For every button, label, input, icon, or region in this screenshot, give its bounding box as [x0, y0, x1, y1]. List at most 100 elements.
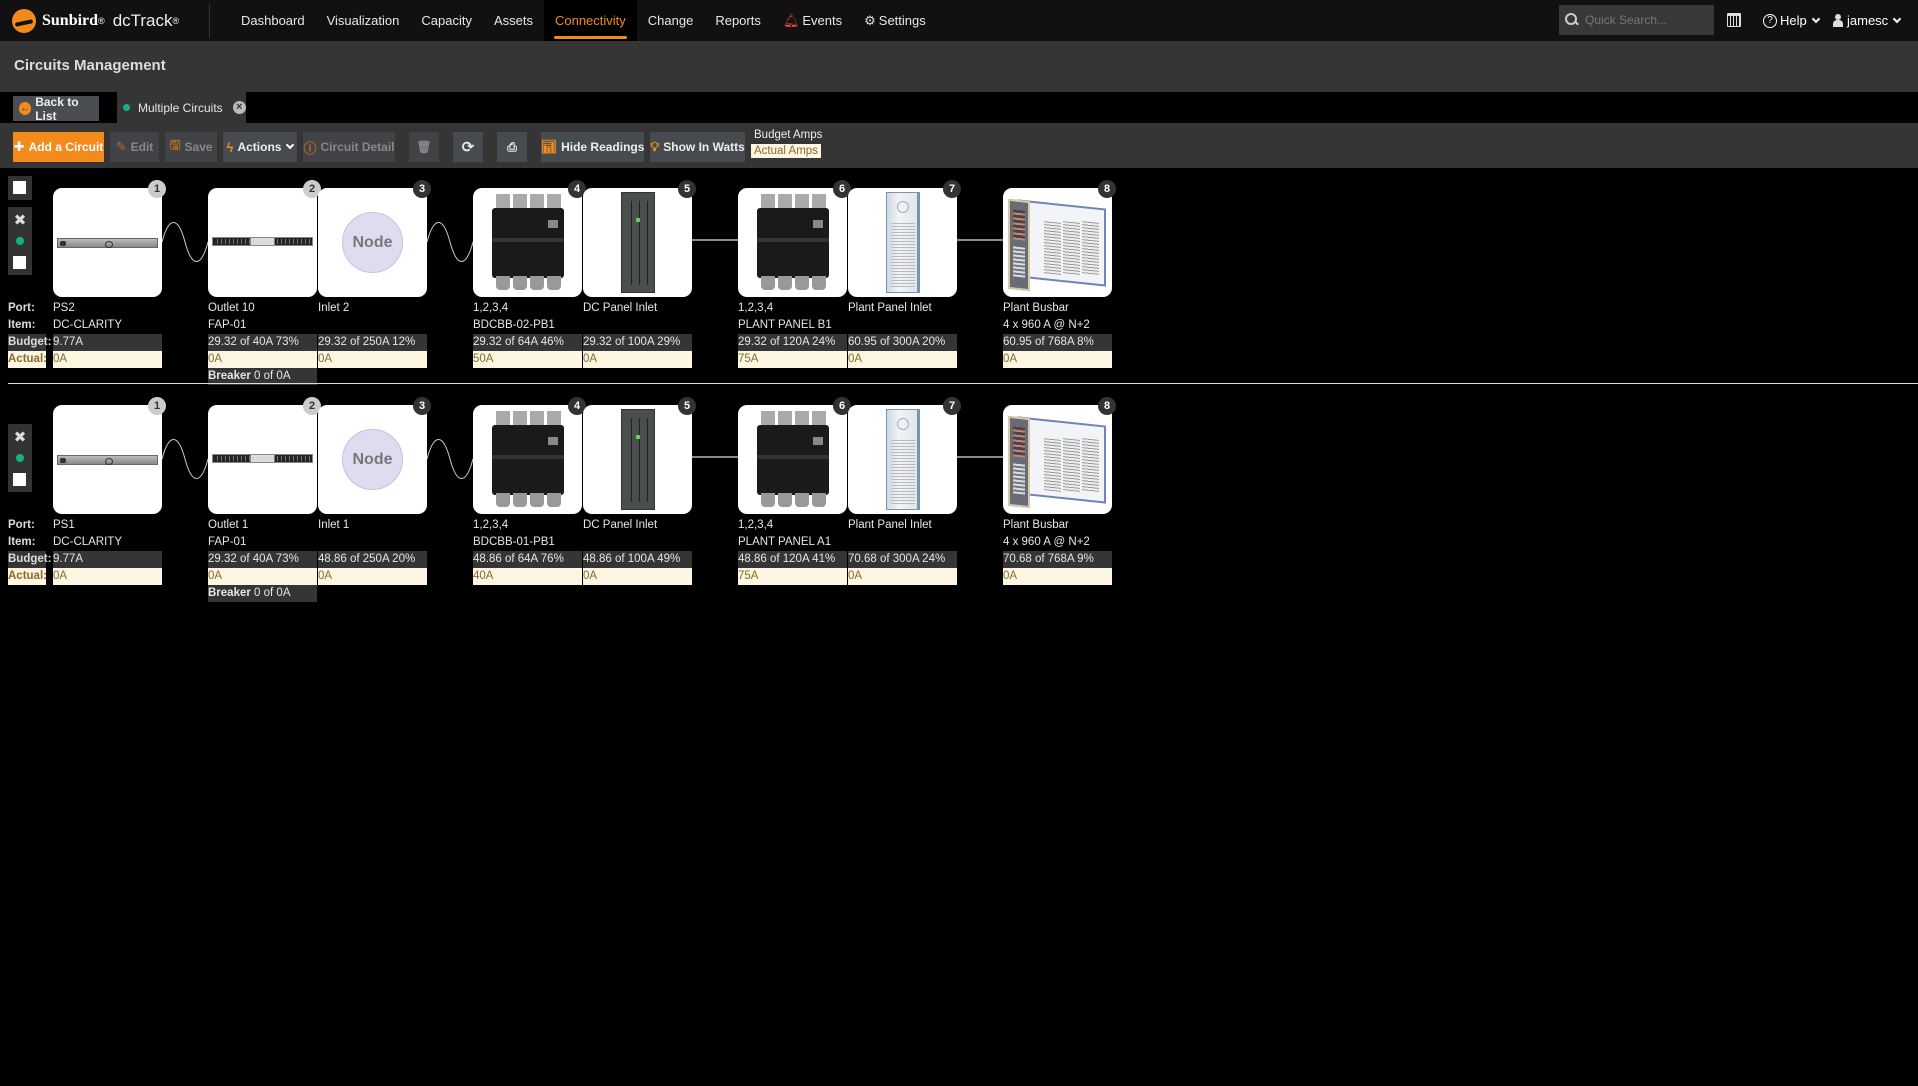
nav-item-settings[interactable]: ⚙ Settings [853, 0, 937, 41]
user-menu[interactable]: jamesc [1833, 0, 1902, 41]
node-item: 4 x 960 A @ N+2 [1003, 536, 1090, 548]
show-in-watts-button[interactable]: 💡︎ Show In Watts [650, 132, 745, 162]
title-bar: Circuits Management [0, 41, 1918, 92]
remove-circuit-icon[interactable]: ✖ [8, 428, 32, 446]
dc-panel-image [621, 192, 655, 293]
plant-vent [1063, 221, 1080, 275]
circuit-node-card[interactable]: 2 [208, 397, 321, 514]
button-label: Show In Watts [663, 140, 745, 154]
circuit-detail-button[interactable]: ⓘ Circuit Detail [303, 132, 395, 162]
quick-search-input[interactable] [1585, 13, 1710, 27]
circuit-node-card[interactable]: 5 [583, 397, 696, 514]
hide-readings-button[interactable]: 📊︎ Hide Readings [541, 132, 644, 162]
status-dot-icon [123, 104, 130, 111]
circuit-checkbox[interactable] [13, 473, 26, 486]
tab-multiple-circuits[interactable]: Multiple Circuits × [123, 92, 246, 123]
dc-panel-image [621, 409, 655, 510]
circuit-node-card[interactable]: 4 [473, 180, 586, 297]
plant-panel-cabinet-image [886, 409, 920, 510]
circuit-checkbox[interactable] [13, 256, 26, 269]
circuit-node-card[interactable]: 8 [1003, 180, 1116, 297]
nav-item-visualization[interactable]: Visualization [316, 0, 411, 41]
node-budget: 48.86 of 100A 49% [583, 551, 692, 568]
node-icon: Node [342, 212, 403, 273]
help-menu[interactable]: ? Help [1763, 0, 1820, 41]
nav-item-connectivity[interactable]: Connectivity [543, 0, 637, 41]
logo-product: dcTrack [112, 11, 173, 30]
breaker-terminal [795, 276, 809, 290]
circuit-node-card[interactable]: 5 [583, 180, 696, 297]
close-tab-icon[interactable]: × [232, 101, 246, 114]
node-port: PS2 [53, 302, 75, 314]
logo-brand: Sunbird [42, 12, 99, 29]
plant-door [1008, 198, 1030, 292]
quick-search[interactable] [1559, 5, 1714, 35]
node-port: 1,2,3,4 [738, 519, 774, 531]
help-label: Help [1780, 13, 1807, 28]
remove-circuit-icon[interactable]: ✖ [8, 211, 32, 229]
add-circuit-button[interactable]: ✚ Add a Circuit [13, 132, 104, 162]
node-port: Plant Busbar [1003, 302, 1069, 314]
nav-item-dashboard[interactable]: Dashboard [230, 0, 316, 41]
circuit-node-card[interactable]: 4 [473, 397, 586, 514]
logo[interactable]: Sunbird ® dcTrack ® [12, 8, 179, 34]
circuit-node-card[interactable]: 1 [53, 397, 166, 514]
row-label-actual: Actual: [8, 351, 47, 368]
bolt-icon: ϟ [226, 139, 234, 155]
breaker-terminal [513, 276, 527, 290]
help-icon: ? [1763, 13, 1777, 28]
nav-menu: Dashboard Visualization Capacity Assets … [230, 0, 937, 41]
circuit-node-card[interactable]: 6 [738, 397, 851, 514]
circuit-node-card[interactable]: Node 3 [318, 180, 431, 297]
calendar-icon[interactable] [1727, 13, 1741, 27]
nav-divider [209, 4, 210, 38]
circuit-controls: ✖ [8, 207, 32, 275]
print-button[interactable]: ⎙ [497, 132, 527, 162]
back-to-list-button[interactable]: ← Back to List [13, 95, 99, 123]
circuit-node-card[interactable]: 8 [1003, 397, 1116, 514]
nav-item-events[interactable]: 🔔︎ Events [772, 0, 853, 41]
nav-item-assets[interactable]: Assets [483, 0, 544, 41]
nav-item-reports[interactable]: Reports [704, 0, 772, 41]
node-port: 1,2,3,4 [473, 302, 509, 314]
circuit-node-card[interactable]: 1 [53, 180, 166, 297]
node-port: PS1 [53, 519, 75, 531]
node-actual: 0A [208, 351, 317, 368]
node-port: 1,2,3,4 [473, 519, 509, 531]
connector-path [162, 222, 208, 262]
edit-button[interactable]: ✎ Edit [110, 132, 159, 162]
circuit-node-card[interactable]: 6 [738, 180, 851, 297]
select-all-checkbox[interactable] [13, 181, 26, 194]
breaker-label: Breaker [208, 370, 251, 382]
circuit-node-card[interactable]: 7 [848, 180, 961, 297]
save-button[interactable]: 🖫 Save [165, 132, 217, 162]
refresh-icon: ⟳ [461, 139, 475, 156]
nav-item-change[interactable]: Change [637, 0, 705, 41]
circuit-node-card[interactable]: 2 [208, 180, 321, 297]
circuit-node-card[interactable]: Node 3 [318, 397, 431, 514]
registered-mark: ® [98, 16, 105, 26]
plant-vent [1082, 438, 1099, 492]
wire-connector [427, 439, 473, 479]
search-icon [1565, 13, 1579, 27]
refresh-button[interactable]: ⟳ [453, 132, 483, 162]
node-budget: 70.68 of 300A 24% [848, 551, 957, 568]
button-label: Edit [130, 140, 154, 154]
node-actual: 40A [473, 568, 582, 585]
button-label: Add a Circuit [28, 140, 104, 154]
nav-item-capacity[interactable]: Capacity [410, 0, 483, 41]
node-actual: 0A [848, 568, 957, 585]
breaker-terminal [496, 493, 510, 507]
node-item: BDCBB-01-PB1 [473, 536, 555, 548]
delete-button[interactable]: 🗑︎ [409, 132, 439, 162]
nav-label: Visualization [326, 13, 400, 28]
node-budget: 29.32 of 40A 73% [208, 551, 317, 568]
node-item: FAP-01 [208, 536, 247, 548]
plant-vent [1082, 221, 1099, 275]
breaker-terminal [778, 493, 792, 507]
circuit-node-card[interactable]: 7 [848, 397, 961, 514]
pdu-image [212, 237, 313, 246]
actions-dropdown[interactable]: ϟ Actions [223, 132, 297, 162]
edit-icon: ✎ [115, 139, 127, 154]
node-actual: 0A [848, 351, 957, 368]
